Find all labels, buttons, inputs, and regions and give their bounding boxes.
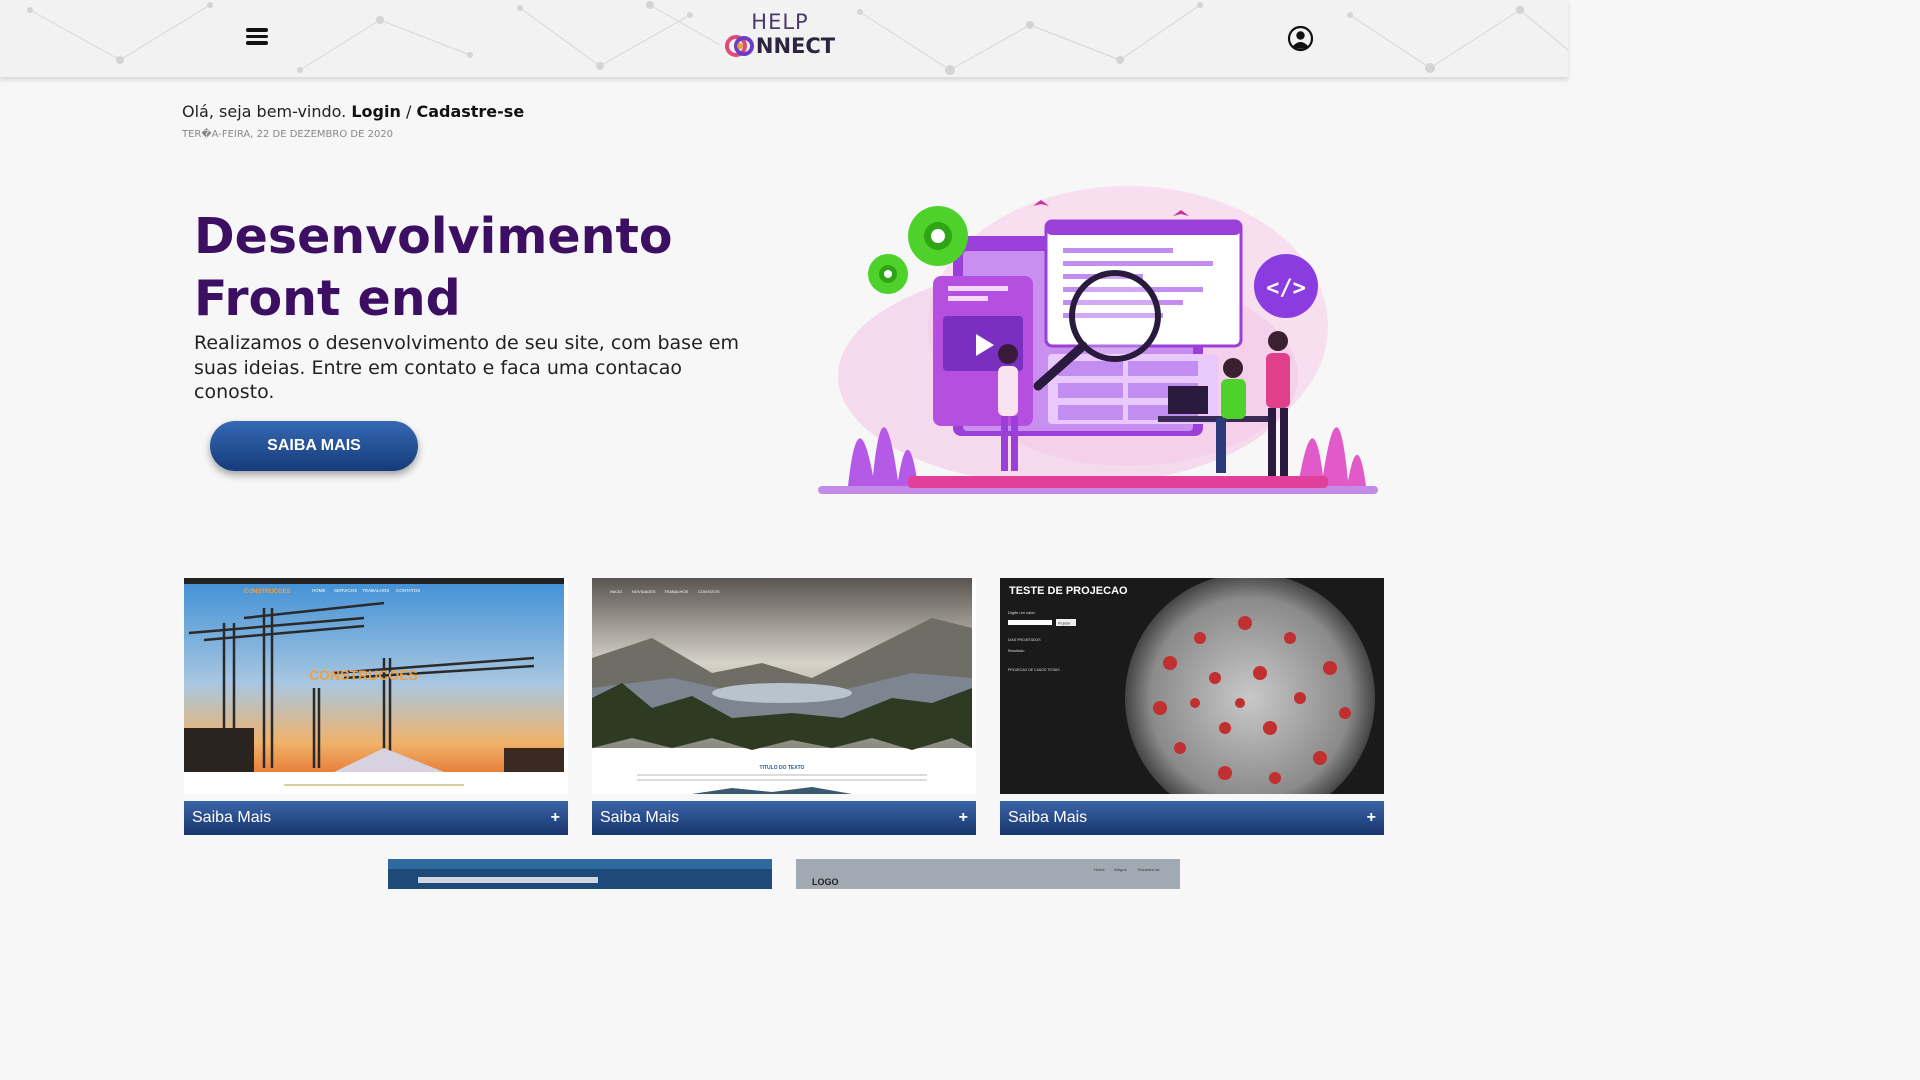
plus-icon: + [550, 809, 560, 826]
portfolio-card-bottom-2[interactable]: LOGO Home Artigos Encontre-se [796, 859, 1180, 889]
hero-description: Realizamos o desenvolvimento de seu site… [194, 332, 739, 403]
card-saiba-mais-bar[interactable]: Saiba Mais + [1000, 801, 1384, 835]
card-thumbnail[interactable]: INICIO NOVIDADES TRABALHOS CONTATOS TITU… [592, 578, 976, 794]
card-saiba-mais-label: Saiba Mais [192, 809, 272, 826]
helpconnect-logo[interactable]: HELP NNECT [720, 10, 840, 66]
thumb-nav-item: NOVIDADES [632, 589, 656, 594]
thumb-nav-item: INICIO [610, 589, 622, 594]
hero-title-line-2: Front end [194, 270, 461, 327]
thumb-nav-item: TRABALHOS [664, 589, 689, 594]
thumb-line: PROJECAO DE CASOS TOTAIS [1008, 668, 1060, 672]
thumb-nav-item: CONTATOS [698, 589, 720, 594]
plus-icon: + [958, 809, 968, 826]
signup-link[interactable]: Cadastre-se [416, 102, 524, 121]
thumb-nav-item: Artigos [1114, 867, 1126, 872]
developer-team-illustration: </> [818, 186, 1378, 494]
thumb-brand: CONSTRUCOES [244, 589, 291, 595]
logo-swirl-icon [724, 35, 755, 57]
thumb-button-label: Projetar [1058, 622, 1071, 626]
thumb-logo: LOGO [812, 877, 839, 887]
portfolio-card-landscape: INICIO NOVIDADES TRABALHOS CONTATOS TITU… [592, 578, 976, 835]
hero-title: Desenvolvimento Front end [194, 206, 754, 330]
thumb-title: TESTE DE PROJECAO [1009, 585, 1128, 597]
thumb-input-label: Digite um valor: [1008, 610, 1036, 615]
thumb-nav-item: Home [1094, 867, 1105, 872]
card-saiba-mais-label: Saiba Mais [600, 809, 680, 826]
portfolio-card-projecao: TESTE DE PROJECAO Digite um valor: Proje… [1000, 578, 1384, 835]
welcome-greeting: Olá, seja bem-vindo. [182, 102, 347, 121]
card-thumbnail[interactable]: TESTE DE PROJECAO Digite um valor: Proje… [1000, 578, 1384, 794]
top-header: HELP NNECT [0, 0, 1568, 78]
portfolio-card-construcoes: CONSTRUCOES HOME SERVICOS TRABALHOS CONT… [184, 578, 568, 835]
card-thumbnail[interactable]: CONSTRUCOES HOME SERVICOS TRABALHOS CONT… [184, 578, 568, 794]
card-saiba-mais-bar[interactable]: Saiba Mais + [592, 801, 976, 835]
thumb-nav-item: Encontre-se [1138, 867, 1160, 872]
thumb-title: TITULO DO TEXTO [760, 765, 805, 771]
welcome-line: Olá, seja bem-vindo. Login / Cadastre-se [182, 102, 524, 121]
thumb-nav-item: CONTATOS [396, 588, 420, 593]
card-saiba-mais-label: Saiba Mais [1008, 809, 1088, 826]
saiba-mais-button[interactable]: SAIBA MAIS [210, 421, 418, 471]
logo-connect-text: NNECT [755, 34, 836, 58]
thumb-nav-item: TRABALHOS [362, 588, 389, 593]
thumb-nav-item: HOME [312, 588, 326, 593]
user-account-icon[interactable] [1287, 25, 1314, 52]
thumb-line: DIAS PROJETADOS [1008, 638, 1041, 642]
code-badge-text: </> [1266, 276, 1306, 301]
thumb-line: Resultado: [1008, 649, 1025, 653]
login-link[interactable]: Login [351, 102, 401, 121]
portfolio-card-bottom-1[interactable] [388, 859, 772, 889]
current-date: TER�A-FEIRA, 22 DE DEZEMBRO DE 2020 [182, 129, 394, 140]
card-saiba-mais-bar[interactable]: Saiba Mais + [184, 801, 568, 835]
thumb-nav-item: SERVICOS [334, 588, 357, 593]
hero-title-line-1: Desenvolvimento [194, 208, 673, 265]
welcome-separator: / [405, 102, 412, 121]
plus-icon: + [1366, 809, 1376, 826]
hamburger-menu-icon[interactable] [242, 25, 272, 51]
thumb-title: CONSTRUCOES [309, 667, 418, 683]
logo-help-text: HELP [751, 10, 809, 34]
